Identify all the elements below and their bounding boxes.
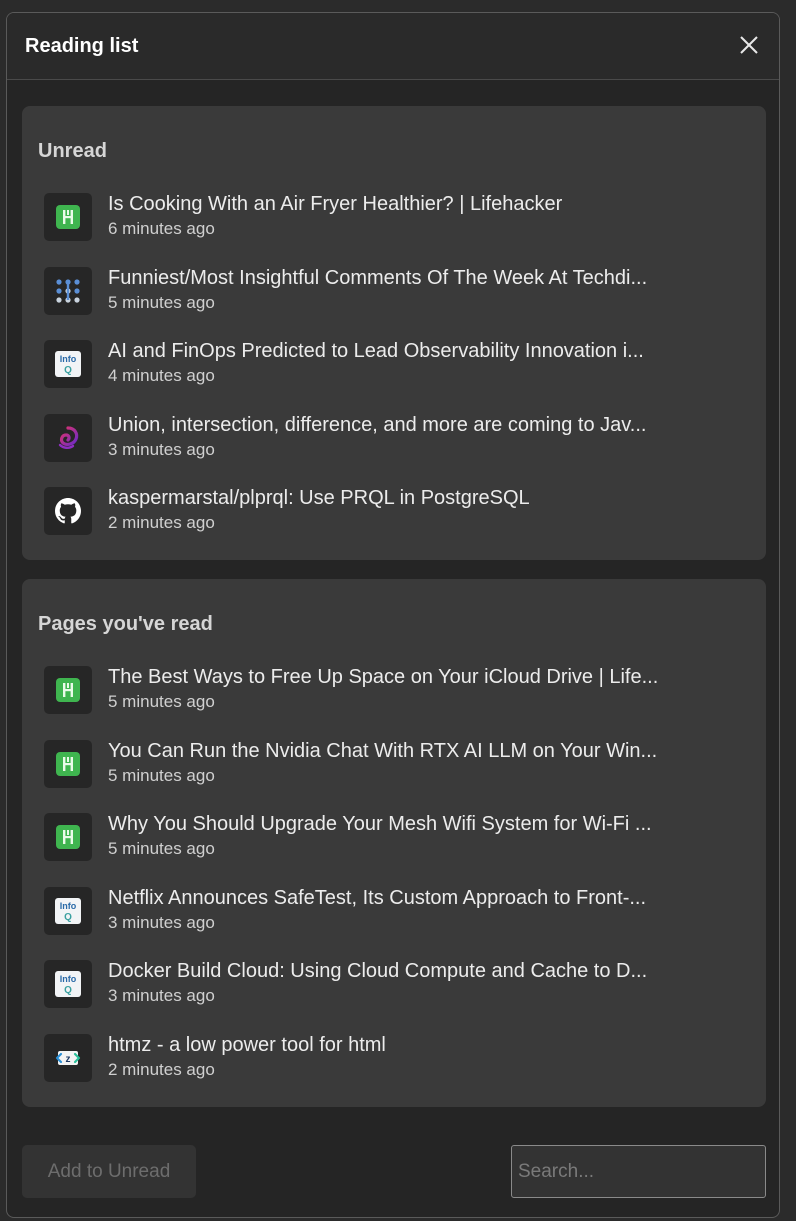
unread-list: Is Cooking With an Air Fryer Healthier? … [22,188,766,556]
lifehacker-icon [44,739,92,788]
item-timestamp: 3 minutes ago [108,439,215,459]
item-title: AI and FinOps Predicted to Lead Observab… [108,340,644,363]
read-list-item[interactable]: Info Q Docker Build Cloud: Using Cloud Com… [22,955,766,1029]
panel-header: Reading list [7,13,779,80]
read-list-item[interactable]: Why You Should Upgrade Your Mesh Wifi Sy… [22,808,766,882]
read-list-item[interactable]: The Best Ways to Free Up Space on Your i… [22,661,766,735]
item-title: Docker Build Cloud: Using Cloud Compute … [108,960,648,983]
unread-list-item[interactable]: Union, intersection, difference, and mor… [22,409,766,483]
read-list: The Best Ways to Free Up Space on Your i… [22,661,766,1103]
item-title: Union, intersection, difference, and mor… [108,413,647,436]
section-heading-read: Pages you've read [38,613,213,635]
infoq-icon: Info Q [44,886,92,935]
lifehacker-icon [44,193,92,241]
item-timestamp: 3 minutes ago [108,986,215,1006]
lifehacker-icon [44,813,92,862]
item-timestamp: 5 minutes ago [108,839,215,859]
unread-list-item[interactable]: Is Cooking With an Air Fryer Healthier? … [22,188,766,262]
search-input[interactable] [511,1145,766,1198]
item-timestamp: 3 minutes ago [108,912,215,932]
read-section: Pages you've read The Best Ways to Free … [22,579,766,1107]
item-title: Why You Should Upgrade Your Mesh Wifi Sy… [108,813,652,836]
read-list-item[interactable]: You Can Run the Nvidia Chat With RTX AI … [22,735,766,809]
infoq-icon: Info Q [44,960,92,1009]
item-title: kaspermarstal/plprql: Use PRQL in Postgr… [108,487,530,510]
close-button[interactable] [735,31,763,59]
svg-text:Info: Info [60,974,77,984]
unread-list-item[interactable]: Info Q AI and FinOps Predicted to Lead Obs… [22,335,766,409]
item-timestamp: 2 minutes ago [108,1059,215,1079]
item-timestamp: 6 minutes ago [108,219,215,238]
add-to-unread-button[interactable]: Add to Unread [22,1145,196,1198]
svg-text:z: z [66,1054,71,1065]
item-title: htmz - a low power tool for html [108,1033,386,1056]
infoq-icon: Info Q [44,340,92,389]
read-list-item[interactable]: z htmz - a low power tool for html 2 minut… [22,1029,766,1103]
item-title: Netflix Announces SafeTest, Its Custom A… [108,886,647,909]
section-heading-unread: Unread [38,140,107,162]
item-title: You Can Run the Nvidia Chat With RTX AI … [108,739,658,762]
item-timestamp: 5 minutes ago [108,292,215,312]
github-icon [44,487,92,536]
svg-text:Q: Q [64,912,72,923]
unread-list-item[interactable]: kaspermarstal/plprql: Use PRQL in Postgr… [22,482,766,556]
svg-text:Q: Q [64,365,72,376]
item-timestamp: 5 minutes ago [108,692,215,711]
svg-text:Q: Q [64,985,72,996]
read-list-item[interactable]: Info Q Netflix Announces SafeTest, Its Cus… [22,882,766,956]
item-title: The Best Ways to Free Up Space on Your i… [108,666,659,688]
item-title: Funniest/Most Insightful Comments Of The… [108,266,648,289]
unread-list-item[interactable]: Funniest/Most Insightful Comments Of The… [22,262,766,336]
spiral-icon [44,413,92,462]
svg-text:Info: Info [60,354,77,364]
htmz-icon: z [44,1033,92,1082]
panel-title: Reading list [25,35,139,57]
unread-section: Unread Is Cooking With an Air Fryer Heal… [22,106,766,560]
close-icon [740,36,758,54]
reading-list-panel: Reading list Unread Is Cooking With an A… [6,12,780,1218]
item-timestamp: 5 minutes ago [108,765,215,785]
svg-text:Info: Info [60,901,77,911]
item-title: Is Cooking With an Air Fryer Healthier? … [108,193,563,215]
lifehacker-icon [44,666,92,714]
techdirt-icon [44,266,92,315]
item-timestamp: 4 minutes ago [108,366,215,386]
item-timestamp: 2 minutes ago [108,513,215,533]
